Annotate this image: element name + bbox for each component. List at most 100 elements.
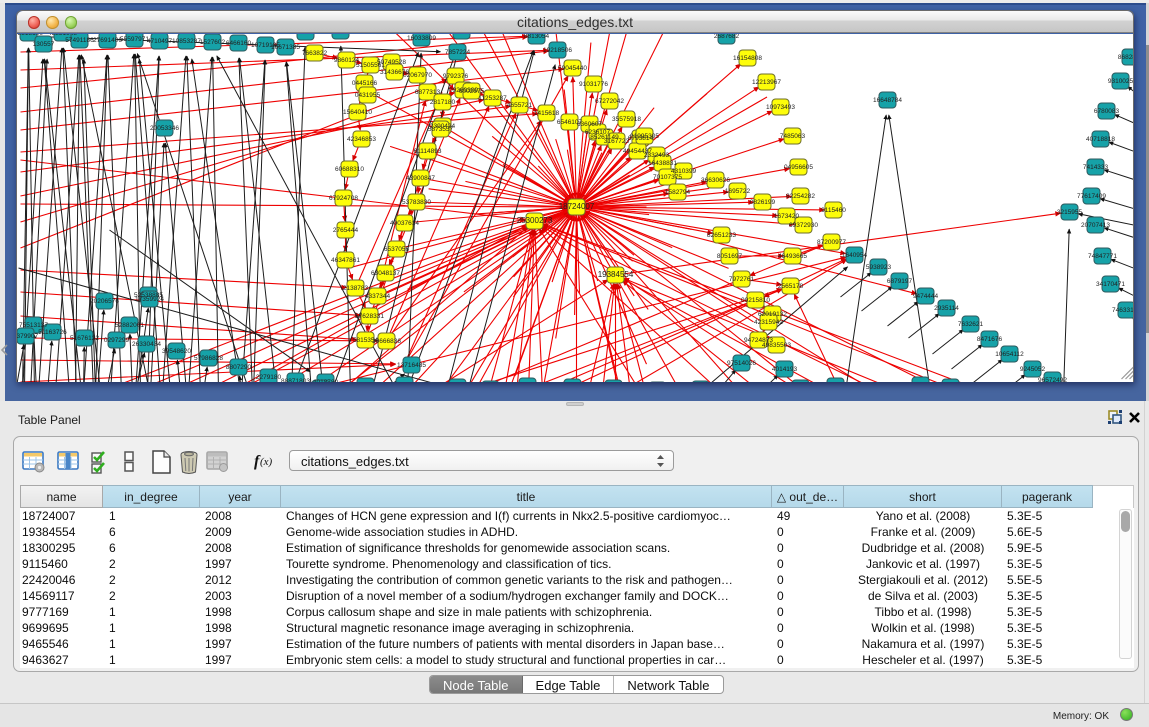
svg-text:97514026: 97514026: [727, 360, 756, 367]
svg-text:9115460: 9115460: [821, 207, 846, 214]
svg-text:51163726: 51163726: [38, 329, 67, 336]
svg-text:55597971: 55597971: [120, 36, 149, 43]
svg-text:6002675: 6002675: [458, 88, 484, 95]
svg-text:2279180: 2279180: [255, 374, 281, 381]
svg-text:27691406: 27691406: [93, 37, 122, 44]
svg-text:25300273: 25300273: [516, 216, 552, 225]
svg-text:93518190: 93518190: [17, 34, 43, 37]
svg-text:67924708: 67924708: [329, 195, 358, 202]
svg-text:2935114: 2935114: [934, 305, 959, 312]
svg-text:57986828: 57986828: [194, 355, 223, 362]
svg-text:3167723: 3167723: [603, 138, 629, 145]
svg-text:42315942: 42315942: [754, 319, 783, 326]
svg-text:1582794: 1582794: [664, 189, 690, 196]
svg-text:16154808: 16154808: [733, 55, 762, 62]
svg-text:75513137: 75513137: [19, 322, 48, 329]
svg-text:01995305: 01995305: [630, 133, 659, 140]
svg-text:30666836: 30666836: [372, 338, 401, 345]
svg-text:2565178: 2565178: [777, 283, 803, 290]
svg-text:18724007: 18724007: [558, 202, 594, 211]
svg-text:6537056: 6537056: [383, 246, 409, 253]
svg-text:5379907: 5379907: [17, 333, 38, 340]
svg-text:82651233: 82651233: [707, 232, 736, 239]
svg-text:36630626: 36630626: [701, 177, 730, 184]
svg-text:4710497: 4710497: [146, 38, 172, 45]
svg-text:21590109: 21590109: [447, 34, 476, 35]
svg-text:11253287: 11253287: [478, 95, 507, 102]
svg-text:59045440: 59045440: [558, 65, 587, 72]
svg-text:1673420: 1673420: [773, 213, 799, 220]
svg-text:7414333: 7414333: [1082, 164, 1108, 171]
svg-text:40718818: 40718818: [1086, 136, 1115, 143]
svg-text:62019132: 62019132: [758, 311, 787, 318]
svg-text:7632621: 7632621: [957, 321, 983, 328]
svg-text:7663822: 7663822: [301, 50, 327, 57]
svg-text:57491186: 57491186: [65, 37, 94, 44]
svg-text:16438831: 16438831: [648, 160, 677, 167]
svg-text:2765444: 2765444: [332, 227, 358, 234]
svg-text:0297299: 0297299: [103, 337, 129, 344]
svg-text:16648784: 16648784: [873, 97, 902, 104]
svg-text:20206576: 20206576: [90, 298, 119, 305]
svg-text:1415618: 1415618: [533, 110, 559, 117]
svg-text:8813054: 8813054: [523, 34, 549, 40]
svg-text:15640410: 15640410: [343, 109, 372, 116]
svg-text:82254282: 82254282: [786, 193, 815, 200]
svg-text:52882001: 52882001: [115, 322, 144, 329]
svg-text:57628331: 57628331: [355, 313, 384, 320]
svg-text:19218506: 19218506: [543, 47, 572, 54]
svg-text:51676122: 51676122: [70, 335, 99, 342]
svg-text:19384554: 19384554: [597, 270, 633, 279]
svg-text:8807290: 8807290: [225, 364, 251, 371]
svg-text:6360607: 6360607: [576, 121, 602, 128]
svg-text:9474444: 9474444: [912, 293, 938, 300]
svg-text:1527602: 1527602: [199, 39, 225, 46]
svg-text:10654112: 10654112: [995, 351, 1024, 358]
svg-text:61114893: 61114893: [413, 148, 441, 155]
svg-text:7857224: 7857224: [444, 49, 470, 56]
svg-text:9792376: 9792376: [442, 73, 468, 80]
svg-text:20053346: 20053346: [150, 125, 179, 132]
svg-text:17359924: 17359924: [135, 296, 164, 303]
svg-text:4310399: 4310399: [670, 168, 696, 175]
svg-text:2687682: 2687682: [713, 34, 739, 40]
svg-text:4014193: 4014193: [771, 366, 797, 373]
svg-text:7485063: 7485063: [779, 133, 805, 140]
svg-text:0826199: 0826199: [749, 199, 775, 206]
svg-text:6466160: 6466160: [225, 40, 251, 47]
svg-text:34170471: 34170471: [1096, 281, 1125, 288]
svg-text:9310025: 9310025: [1107, 78, 1133, 85]
svg-text:8051697: 8051697: [716, 253, 742, 260]
svg-text:69372930: 69372930: [789, 222, 818, 229]
svg-text:12213967: 12213967: [752, 79, 781, 86]
svg-text:39548620: 39548620: [162, 348, 191, 355]
svg-text:1695722: 1695722: [724, 188, 750, 195]
svg-text:8471676: 8471676: [976, 336, 1002, 343]
svg-text:6879197: 6879197: [886, 278, 912, 285]
svg-text:42346853: 42346853: [347, 136, 376, 143]
svg-text:00215810: 00215810: [741, 297, 770, 304]
svg-text:49835503: 49835503: [762, 342, 791, 349]
svg-text:53783830: 53783830: [402, 199, 431, 206]
svg-text:46347861: 46347861: [331, 257, 360, 264]
svg-text:5873557: 5873557: [427, 126, 453, 133]
svg-text:74633191: 74633191: [1112, 307, 1133, 314]
svg-text:5938923: 5938923: [865, 264, 891, 271]
svg-text:20707413: 20707413: [1081, 222, 1110, 229]
svg-text:8682889: 8682889: [1117, 54, 1133, 61]
svg-text:50749528: 50749528: [377, 59, 406, 66]
svg-text:40037614: 40037614: [390, 220, 419, 227]
svg-text:02067970: 02067970: [403, 72, 432, 79]
svg-text:4337344: 4337344: [364, 293, 390, 300]
svg-text:8907866: 8907866: [327, 34, 353, 35]
svg-text:6780083: 6780083: [1093, 108, 1119, 115]
svg-text:96572492: 96572492: [1038, 377, 1067, 382]
svg-text:0431955: 0431955: [354, 92, 380, 99]
svg-text:70107375: 70107375: [653, 174, 682, 181]
svg-text:77617409: 77617409: [1077, 193, 1106, 200]
svg-text:3215955: 3215955: [1056, 209, 1082, 216]
svg-text:130557: 130557: [32, 41, 54, 48]
svg-text:35575918: 35575918: [612, 116, 641, 123]
svg-text:7972761: 7972761: [728, 276, 754, 283]
svg-text:4655721: 4655721: [506, 102, 532, 109]
